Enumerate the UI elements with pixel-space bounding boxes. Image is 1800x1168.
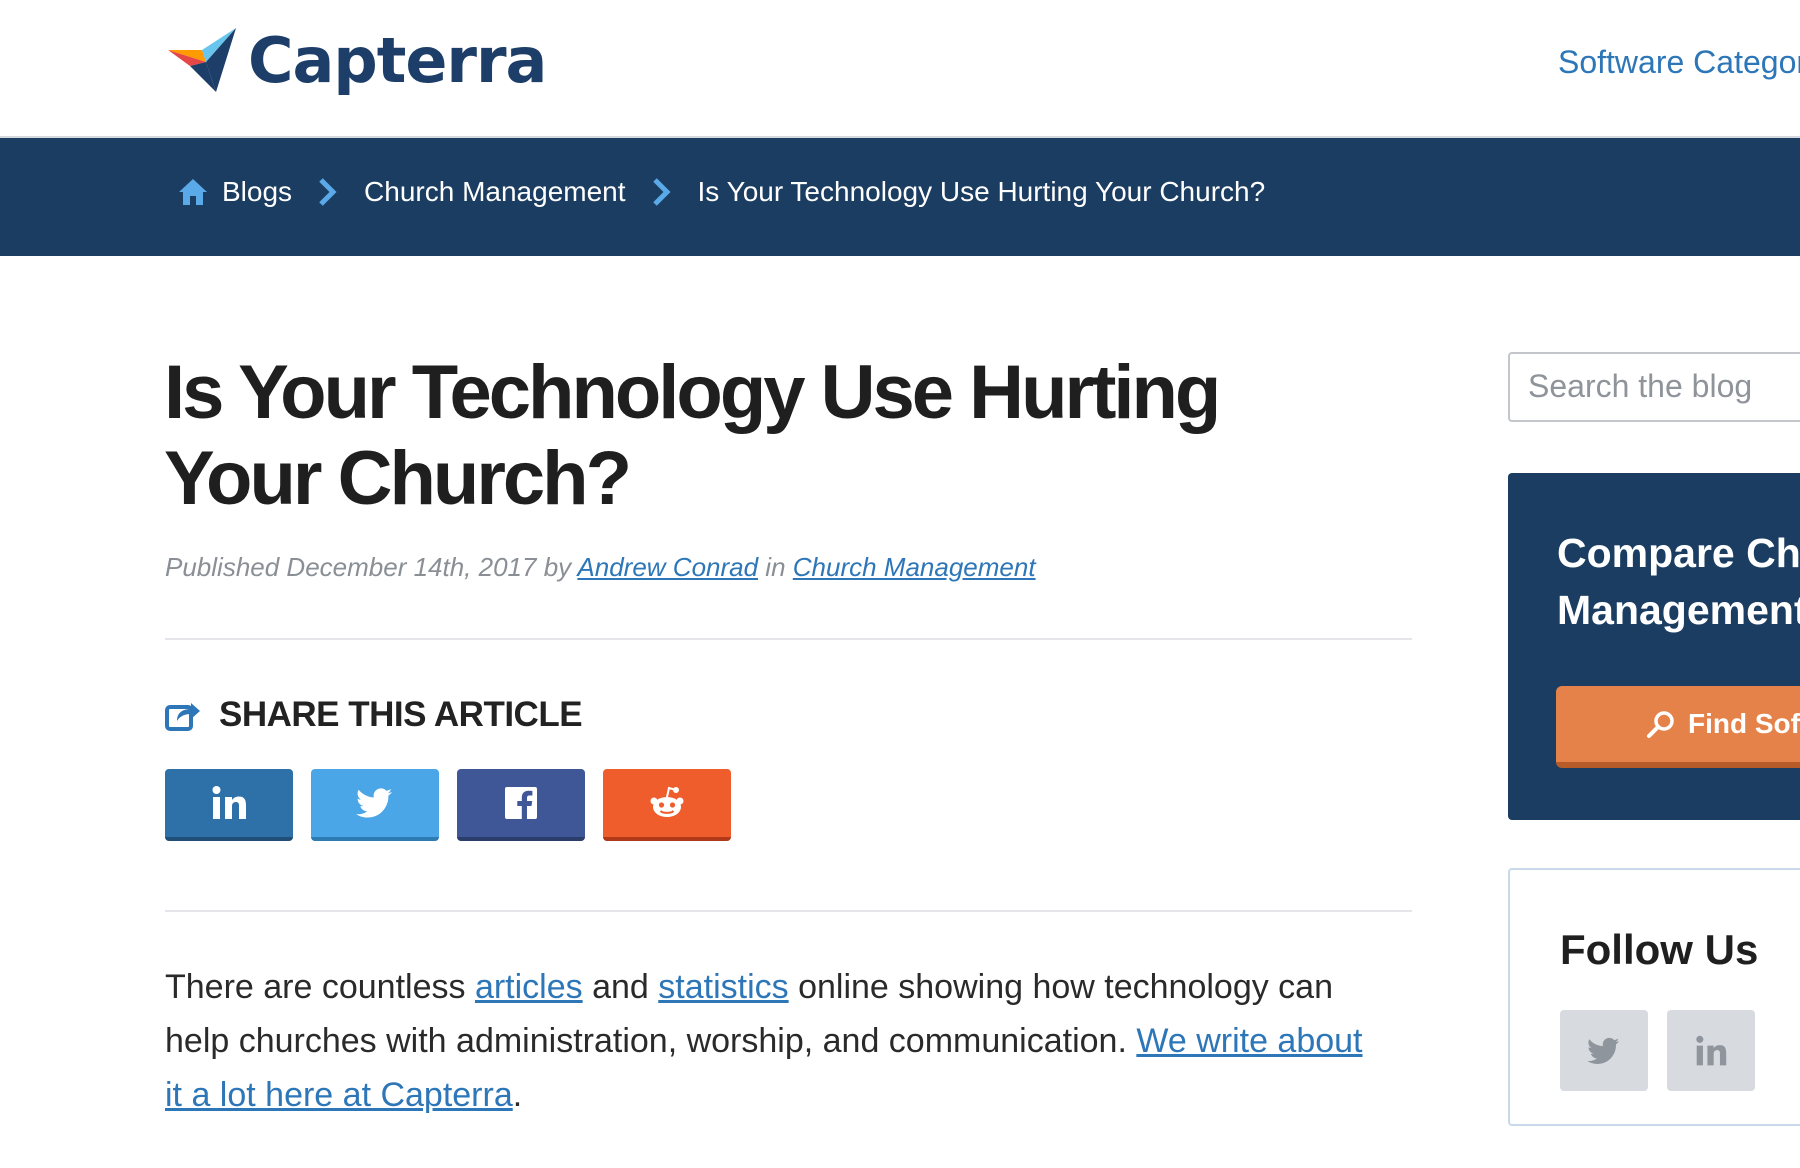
compare-title: Compare Chu Management (1557, 530, 1800, 633)
published-date: Published December 14th, 2017 by (165, 552, 578, 582)
follow-us-panel: Follow Us (1508, 868, 1800, 1126)
find-software-label: Find Soft (1688, 708, 1800, 739)
articles-link[interactable]: articles (475, 968, 583, 1006)
category-link[interactable]: Church Management (793, 552, 1036, 582)
linkedin-icon (1696, 1035, 1727, 1065)
find-software-button[interactable]: Find Soft (1556, 686, 1800, 768)
twitter-icon (1587, 1037, 1620, 1064)
capterra-logo[interactable]: Capterra (166, 23, 547, 100)
home-icon[interactable] (178, 177, 208, 207)
meta-in-text: in (758, 552, 793, 582)
nav-software-categories[interactable]: Software Categor (1558, 44, 1800, 81)
body-text: . (512, 1076, 523, 1114)
capterra-logo-icon (168, 28, 236, 92)
article-body-paragraph: There are countless articles and statist… (165, 960, 1385, 1122)
share-heading-text: SHARE THIS ARTICLE (219, 695, 583, 734)
compare-software-panel: Compare Chu Management Find Soft (1508, 473, 1800, 820)
search-input[interactable] (1510, 354, 1800, 418)
follow-twitter-button[interactable] (1560, 1010, 1648, 1091)
article-meta: Published December 14th, 2017 by Andrew … (165, 552, 1036, 583)
share-icon (165, 703, 200, 731)
body-text: and (582, 968, 659, 1006)
linkedin-icon (212, 786, 246, 819)
reddit-icon (650, 786, 684, 817)
breadcrumb: Blogs Church Management Is Your Technolo… (178, 176, 1265, 208)
share-reddit-button[interactable] (603, 769, 731, 841)
blog-search (1508, 352, 1800, 422)
body-text: There are countless (165, 968, 475, 1006)
divider (165, 638, 1412, 640)
twitter-icon (356, 788, 392, 818)
follow-linkedin-button[interactable] (1667, 1010, 1755, 1091)
author-link[interactable]: Andrew Conrad (577, 552, 758, 582)
breadcrumb-church-management[interactable]: Church Management (364, 176, 625, 208)
site-header: Capterra Software Categor (0, 0, 1800, 138)
divider (165, 910, 1412, 912)
breadcrumb-bar: Blogs Church Management Is Your Technolo… (0, 138, 1800, 256)
facebook-icon (505, 787, 537, 819)
follow-icons (1560, 1010, 1774, 1091)
share-twitter-button[interactable] (311, 769, 439, 841)
share-heading: SHARE THIS ARTICLE (165, 695, 583, 735)
statistics-link[interactable]: statistics (658, 968, 788, 1006)
share-buttons (165, 769, 749, 841)
share-facebook-button[interactable] (457, 769, 585, 841)
chevron-right-icon (319, 178, 337, 206)
article-title: Is Your Technology Use Hurting Your Chur… (164, 350, 1221, 521)
follow-us-title: Follow Us (1560, 926, 1759, 973)
search-icon (1647, 711, 1674, 738)
breadcrumb-blogs[interactable]: Blogs (222, 176, 292, 208)
share-linkedin-button[interactable] (165, 769, 293, 841)
brand-name: Capterra (248, 23, 547, 97)
breadcrumb-current-page: Is Your Technology Use Hurting Your Chur… (697, 176, 1266, 207)
chevron-right-icon (652, 178, 671, 206)
